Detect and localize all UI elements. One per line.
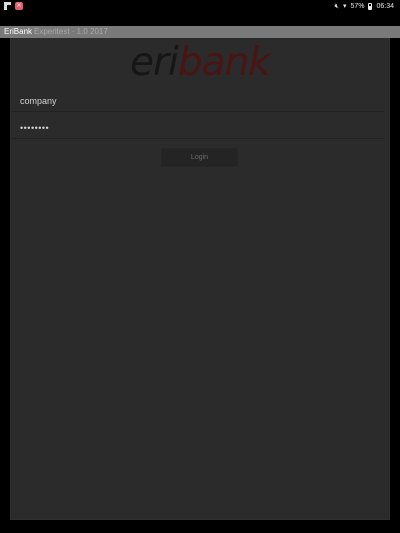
app-title: EriBank (4, 27, 33, 36)
username-field[interactable]: company (12, 90, 384, 112)
login-button[interactable]: Login (161, 148, 238, 167)
mute-icon: 🔇︎ (334, 3, 339, 10)
app-logo: eribank (130, 40, 271, 86)
password-field[interactable]: •••••••• (12, 117, 384, 139)
status-left: ✕ (4, 2, 23, 10)
wifi-icon: ▾ (342, 3, 347, 10)
status-right: 🔇︎ ▾ 57% 06:34 (335, 2, 394, 11)
notification-icon: ✕ (15, 2, 23, 10)
app-subtitle: Experitest · 1.0 2017 (34, 27, 108, 36)
clock: 06:34 (376, 3, 394, 10)
flipboard-icon (4, 2, 12, 10)
battery-icon (368, 3, 373, 10)
battery-level: 57% (350, 3, 365, 10)
title-bar: EriBank Experitest · 1.0 2017 (0, 26, 400, 38)
logo-text-bank: bank (177, 40, 271, 85)
status-bar: ✕ 🔇︎ ▾ 57% 06:34 (0, 0, 400, 13)
logo-text-eri: eri (130, 40, 179, 85)
